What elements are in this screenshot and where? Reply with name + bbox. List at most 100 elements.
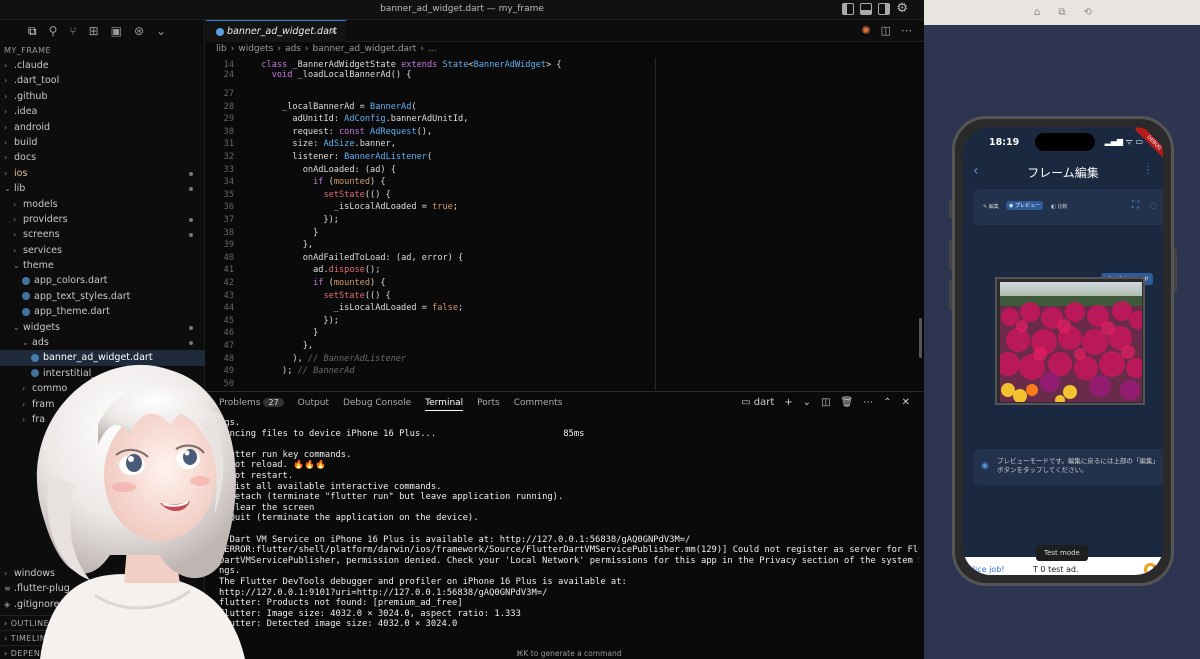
ad-nice-label: Nice job! <box>969 565 1005 574</box>
folder-item[interactable]: › build <box>0 135 205 150</box>
terminal-output[interactable]: ngs. Syncing files to device iPhone 16 Pl… <box>219 418 919 630</box>
folder-item[interactable]: › .github <box>0 89 205 104</box>
folder-item[interactable]: › providers <box>0 212 205 227</box>
explorer-root-label[interactable]: MY_FRAME <box>4 46 51 55</box>
folder-item[interactable]: ⌄ ads <box>0 335 205 350</box>
folder-item[interactable]: › screens <box>0 227 205 242</box>
preview-mode-tab[interactable]: ◉ プレビュー <box>1006 201 1043 210</box>
editor-scrollbar[interactable] <box>919 318 922 358</box>
phone-screen: 18:19 ▂▄▆ ᯤ ▭ DEBUG ‹ フレーム編集 ⋮ ✎ 編集 ◉ プレ… <box>963 127 1163 575</box>
close-tab-icon[interactable]: ✕ <box>330 21 338 42</box>
breadcrumb-item[interactable]: ads <box>285 44 301 54</box>
folder-item[interactable]: › ios <box>0 166 205 181</box>
split-editor-icon[interactable]: ◫ <box>881 24 891 37</box>
tree-item-label: providers <box>23 213 68 225</box>
file-item[interactable]: app_theme.dart <box>0 304 205 319</box>
folder-item[interactable]: ⌄ widgets <box>0 320 205 335</box>
panel-more-icon[interactable]: ⋯ <box>863 397 873 408</box>
line-number: 24 <box>223 69 234 80</box>
chevron-right-icon: › <box>4 91 8 101</box>
tree-item-label: docs <box>14 152 37 164</box>
source-control-icon[interactable]: ⑂ <box>69 24 76 39</box>
chevron-right-icon: › <box>13 199 17 209</box>
line-number: 32 <box>223 152 234 162</box>
breadcrumb-item[interactable]: banner_ad_widget.dart <box>313 44 417 54</box>
line-number: 37 <box>223 215 234 225</box>
toggle-icon[interactable]: ◌ <box>1150 201 1157 210</box>
panel-tab-ports[interactable]: Ports <box>477 398 500 411</box>
terminal-icon[interactable]: ▭ dart <box>741 397 774 408</box>
file-item[interactable]: app_colors.dart <box>0 273 205 288</box>
ai-spark-icon[interactable]: ✺ <box>861 24 870 37</box>
breadcrumb-item[interactable]: lib <box>216 44 227 54</box>
code-line: setState(() { <box>323 290 391 301</box>
compare-mode-tab[interactable]: ◧ 比較 <box>1051 203 1067 210</box>
folder-item[interactable]: ⌄ theme <box>0 258 205 273</box>
folder-item[interactable]: › services <box>0 243 205 258</box>
panel-tab-comments[interactable]: Comments <box>514 398 563 411</box>
code-line: if (mounted) { <box>313 278 386 288</box>
line-number: 29 <box>223 114 234 125</box>
terminal-line: The Flutter DevTools debugger and profil… <box>219 576 627 587</box>
toggle-secondary-sidebar-icon[interactable] <box>878 3 891 15</box>
breadcrumb-item[interactable]: ... <box>428 44 437 54</box>
maximize-panel-icon[interactable]: ⌃ <box>883 397 891 408</box>
more-vert-icon[interactable]: ⋮ <box>1143 165 1153 176</box>
dart-file-icon <box>22 276 30 285</box>
terminal-dropdown-icon[interactable]: ⌄ <box>803 397 811 408</box>
rotate-icon[interactable]: ⟲ <box>1084 7 1092 18</box>
new-terminal-icon[interactable]: + <box>784 397 792 408</box>
folder-item[interactable]: › .claude <box>0 58 205 73</box>
accounts-icon[interactable]: ⊛ <box>134 24 144 39</box>
tree-item-label: .dart_tool <box>14 75 60 87</box>
more-actions-icon[interactable]: ⋯ <box>901 24 912 37</box>
code-line: }, <box>251 240 314 251</box>
panel-tab-debug-console[interactable]: Debug Console <box>343 398 411 411</box>
search-icon[interactable]: ⚲ <box>49 24 58 39</box>
eye-icon: ◉ <box>981 461 989 471</box>
folder-item[interactable]: › .idea <box>0 104 205 119</box>
terminal-line: R Hot restart. <box>219 470 294 481</box>
code-line: onAdLoaded: (ad) { <box>302 164 396 175</box>
split-terminal-icon[interactable]: ◫ <box>821 397 830 408</box>
panel-tab-terminal[interactable]: Terminal <box>425 398 464 411</box>
terminal-line: [ERROR:flutter/shell/platform/darwin/ios… <box>219 545 919 556</box>
test-mode-tooltip: Test mode <box>1036 545 1088 561</box>
edit-mode-tab[interactable]: ✎ 編集 <box>983 203 999 210</box>
line-number: 41 <box>223 265 234 276</box>
fullscreen-icon[interactable]: ⛶ <box>1132 200 1139 211</box>
home-icon[interactable]: ⌂ <box>1034 7 1040 18</box>
tree-item-label: app_theme.dart <box>34 306 110 318</box>
tab-banner-ad-widget[interactable]: banner_ad_widget.dart ✕ <box>206 20 346 42</box>
line-number: 14 <box>223 60 234 70</box>
explorer-icon[interactable]: ⧉ <box>28 24 37 39</box>
toggle-sidebar-icon[interactable] <box>842 3 855 15</box>
screenshot-icon[interactable]: ⧉ <box>1058 7 1065 18</box>
panel-tab-output[interactable]: Output <box>298 398 329 411</box>
close-panel-icon[interactable]: ✕ <box>902 397 910 408</box>
folder-item[interactable]: › docs <box>0 150 205 165</box>
more-views-icon[interactable]: ⌄ <box>156 24 166 39</box>
folder-item[interactable]: ⌄ lib <box>0 181 205 196</box>
extensions-icon[interactable]: ⊞ <box>89 24 99 39</box>
modified-dot <box>189 341 193 346</box>
breadcrumb-separator: › <box>420 44 424 54</box>
file-item[interactable]: app_text_styles.dart <box>0 289 205 304</box>
line-number: 27 <box>223 89 234 99</box>
chevron-down-icon: ⌄ <box>22 338 29 348</box>
code-line: } <box>251 328 319 339</box>
trash-icon[interactable]: 🗑 <box>841 397 854 408</box>
tree-item-label: lib <box>14 183 26 195</box>
settings-gear-icon[interactable]: ⚙ <box>896 2 908 15</box>
breadcrumb-item[interactable]: widgets <box>238 44 273 54</box>
chevron-right-icon: › <box>13 245 17 255</box>
folder-item[interactable]: › .dart_tool <box>0 73 205 88</box>
code-line: listener: BannerAdListener( <box>292 152 433 162</box>
iphone-frame: 18:19 ▂▄▆ ᯤ ▭ DEBUG ‹ フレーム編集 ⋮ ✎ 編集 ◉ プレ… <box>952 116 1174 586</box>
remote-icon[interactable]: ▣ <box>111 24 122 39</box>
code-editor[interactable]: 14 class _BannerAdWidgetState extends St… <box>206 58 918 390</box>
folder-item[interactable]: › models <box>0 197 205 212</box>
terminal-name: dart <box>753 397 775 408</box>
toggle-panel-icon[interactable] <box>860 3 873 15</box>
folder-item[interactable]: › android <box>0 120 205 135</box>
